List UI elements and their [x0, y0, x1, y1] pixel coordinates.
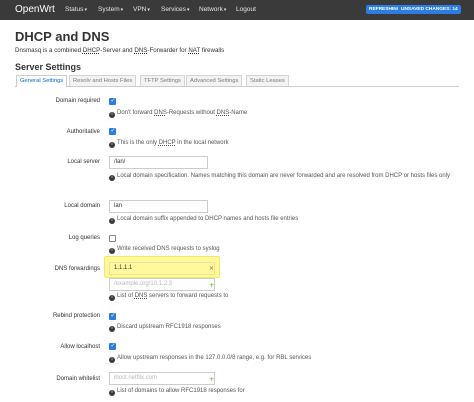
section-title: Server Settings	[15, 62, 82, 72]
nav-item-services[interactable]: Services▾	[161, 6, 189, 13]
chevron-down-icon: ▾	[186, 7, 190, 13]
local-server-label: Local server	[67, 159, 100, 165]
brand-logo[interactable]: OpenWrt	[15, 4, 55, 15]
info-icon: i	[109, 357, 115, 363]
rebind-protection-label: Rebind protection	[52, 313, 100, 319]
unsaved-changes-badge[interactable]: UNSAVED CHANGES: 14	[398, 5, 461, 14]
log-queries-label: Log queries	[68, 235, 100, 241]
info-icon: i	[109, 248, 115, 254]
chevron-down-icon: ▾	[120, 7, 124, 13]
authoritative-hint: i This is the only DHCP in the local netw…	[109, 140, 229, 148]
chevron-down-icon: ▾	[84, 7, 87, 13]
dns-forwardings-hint: i List of DNS servers to forward requests…	[109, 293, 228, 301]
tabs-divider	[15, 86, 459, 87]
tab-static-leases[interactable]: Static Leases	[246, 75, 289, 86]
authoritative-label: Authoritative	[66, 129, 100, 135]
domain-whitelist-label: Domain whitelist	[56, 376, 100, 382]
chevron-down-icon: ▾	[147, 7, 150, 13]
page-title: DHCP and DNS	[15, 29, 110, 44]
local-domain-label: Local domain	[64, 203, 100, 209]
nav-item-vpn[interactable]: VPN▾	[133, 6, 150, 13]
remove-entry-icon[interactable]: ×	[209, 265, 214, 272]
allow-localhost-label: Allow localhost	[60, 344, 100, 350]
page-description: Dnsmasq is a combined DHCP-Server and DN…	[15, 47, 225, 54]
add-entry-icon[interactable]: +	[209, 281, 214, 289]
rebind-protection-hint: i Discard upstream RFC1918 responses	[109, 324, 221, 332]
domain-required-label: Domain required	[55, 98, 100, 104]
info-icon: i	[109, 295, 115, 301]
log-queries-checkbox[interactable]	[109, 235, 116, 242]
tab-general-settings[interactable]: General Settings	[16, 75, 68, 87]
rebind-protection-checkbox[interactable]	[109, 312, 116, 320]
nav-item-logout[interactable]: Logout	[236, 6, 256, 13]
info-icon: i	[109, 175, 115, 181]
authoritative-checkbox[interactable]	[109, 127, 116, 135]
domain-required-checkbox[interactable]	[109, 97, 116, 105]
info-icon: i	[109, 390, 115, 396]
info-icon: i	[109, 218, 115, 224]
domain-whitelist-hint: i List of domains to allow RFC1918 respon…	[109, 388, 245, 396]
nav-item-status[interactable]: Status▾	[65, 6, 87, 13]
allow-localhost-hint: i Allow upstream responses in the 127.0.0…	[109, 355, 311, 363]
info-icon: i	[109, 326, 115, 332]
local-domain-input[interactable]: lan	[109, 200, 208, 213]
domain-whitelist-input[interactable]: ihost.netflix.com	[109, 372, 215, 385]
add-entry-icon[interactable]: +	[209, 375, 214, 383]
dns-forwardings-label: DNS forwardings	[54, 266, 100, 272]
log-queries-hint: i Write received DNS requests to syslog	[109, 246, 220, 254]
tab-tftp-settings[interactable]: TFTP Settings	[140, 75, 185, 86]
tab-resolv-hosts-files[interactable]: Resolv and Hosts Files	[69, 75, 137, 86]
chevron-down-icon: ▾	[223, 7, 227, 13]
local-server-hint: i Local domain specification. Names match…	[109, 172, 474, 181]
local-domain-hint: i Local domain suffix appended to DHCP na…	[109, 216, 298, 224]
nav-item-system[interactable]: System▾	[98, 6, 123, 13]
tab-advanced-settings[interactable]: Advanced Settings	[186, 75, 243, 86]
local-server-input[interactable]: /lan/	[109, 156, 208, 169]
dns-forwarding-input[interactable]: 1.1.1.1	[109, 262, 215, 275]
info-icon: i	[109, 142, 115, 148]
top-navbar: OpenWrt Status▾ System▾ VPN▾ Services▾ N…	[0, 0, 474, 20]
nav-item-network[interactable]: Network▾	[199, 6, 226, 13]
allow-localhost-checkbox[interactable]	[109, 342, 116, 350]
info-icon: i	[109, 112, 115, 118]
dns-forwarding-new-input[interactable]: /example.org/10.1.2.3	[109, 278, 215, 291]
domain-required-hint: i Don't forward DNS-Requests without DNS-…	[109, 110, 247, 118]
